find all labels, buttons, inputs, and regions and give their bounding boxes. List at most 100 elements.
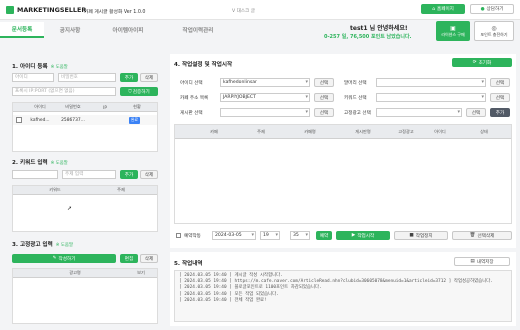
board-select-label: 게시판 선택 bbox=[180, 111, 203, 116]
tab-notice[interactable]: 공지사항 bbox=[44, 22, 96, 38]
shield-icon: ⛉ bbox=[128, 89, 132, 95]
schedule-checkbox[interactable] bbox=[176, 233, 181, 238]
cafe-list-label: 카페 주소 목록 bbox=[180, 96, 209, 101]
row-status-badge: 완료 bbox=[129, 116, 140, 124]
consult-button[interactable]: ● 상담하기 bbox=[470, 4, 514, 14]
notice-label[interactable]: V 대스크 글 bbox=[232, 8, 255, 14]
tab-history[interactable]: 작업이력관리 bbox=[160, 22, 236, 38]
keyword-select[interactable] bbox=[376, 93, 486, 102]
user-points: 0-257 일, 76,500 포인트 남았습니다. bbox=[324, 34, 412, 40]
ad-header-view: 보기 bbox=[137, 270, 145, 275]
stop-job-button[interactable]: ■ 작업정지 bbox=[394, 231, 448, 240]
job-header-id: 아이디 bbox=[434, 128, 446, 134]
hour-select[interactable]: 19 bbox=[260, 231, 280, 240]
job-header-status: 상태 bbox=[480, 128, 488, 134]
date-picker[interactable]: 2024-03-05 bbox=[212, 231, 256, 240]
save-history-button[interactable]: ▤ 내역저장 bbox=[454, 257, 510, 266]
start-job-button[interactable]: ▶ 작업시작 bbox=[336, 231, 390, 240]
job-header-topic: 주제 bbox=[257, 128, 265, 134]
section5-title: 5. 작업내역 bbox=[174, 261, 203, 267]
minute-select[interactable]: 35 bbox=[290, 231, 310, 240]
user-greeting: test1 님 안녕하세요! bbox=[350, 25, 408, 32]
coin-icon: ◎ bbox=[491, 24, 497, 32]
tab-item-ip[interactable]: 아이템아이피 bbox=[96, 22, 160, 38]
stop-icon: ■ bbox=[409, 233, 414, 238]
ad-header-name: 광고명 bbox=[69, 270, 81, 275]
id-table-header: 아이디 비밀번호 IP 현황 bbox=[13, 103, 157, 112]
id-header-status: 현황 bbox=[133, 104, 141, 109]
board-choose-button[interactable]: 선택 bbox=[314, 108, 334, 117]
proxy-input[interactable] bbox=[12, 87, 116, 96]
log-box: [ 2024.03.05 19:40 ] 게시글 작성 시작합니다. [ 202… bbox=[174, 270, 512, 322]
job-table-header: 카페 주제 카페명 게시판명 고정광고 아이디 상태 bbox=[175, 125, 511, 139]
reset-button[interactable]: ⟳ 초기화 bbox=[452, 58, 512, 67]
job-header-board: 게시판명 bbox=[355, 128, 371, 134]
keyword-table: 키워드 주제 ➚ bbox=[12, 185, 158, 232]
topic-input[interactable] bbox=[62, 170, 116, 179]
kw-header-keyword: 키워드 bbox=[49, 187, 61, 192]
app-title: 카페 게시글 활성화 Ver 1.0.0 bbox=[84, 10, 146, 15]
fixed-ad-select-label: 고정광고 선택 bbox=[344, 111, 371, 116]
reserve-button[interactable]: 예약 bbox=[316, 231, 332, 240]
pencil-icon: ✎ bbox=[52, 256, 57, 261]
keyword-input[interactable] bbox=[12, 170, 58, 179]
keyword-delete-button[interactable]: 삭제 bbox=[140, 170, 158, 179]
row-password: 2586737... bbox=[61, 117, 85, 123]
id-choose-button[interactable]: 선택 bbox=[314, 78, 334, 87]
home-icon: ⌂ bbox=[432, 6, 435, 12]
id-input[interactable] bbox=[12, 73, 54, 82]
fixed-ad-choose-button[interactable]: 선택 bbox=[466, 108, 486, 117]
table-row[interactable]: kafhed... 2586737... 완료 bbox=[13, 115, 157, 125]
ad-edit-button[interactable]: 편집 bbox=[120, 254, 138, 263]
ad-table-header: 광고명 보기 bbox=[13, 269, 157, 278]
board-select[interactable] bbox=[220, 108, 310, 117]
license-icon: ▣ bbox=[450, 24, 456, 32]
category-choose-button[interactable]: 선택 bbox=[490, 78, 510, 87]
fixed-ad-select[interactable] bbox=[376, 108, 462, 117]
kw-header-topic: 주제 bbox=[117, 187, 125, 192]
keyword-choose-button[interactable]: 선택 bbox=[490, 93, 510, 102]
logo: MARKETINGSELLER bbox=[6, 6, 86, 14]
job-header-cafe: 카페 bbox=[210, 128, 218, 134]
row-id: kafhed... bbox=[30, 117, 50, 123]
keyword-table-header: 키워드 주제 bbox=[13, 186, 157, 195]
section2-title: 2. 키워드 입력 ※ 도움말 bbox=[12, 160, 68, 166]
log-line: [ 2024.03.05 19:40 ] 전체 작업 완료! bbox=[179, 297, 267, 303]
ad-write-button[interactable]: ✎ 작성하기 bbox=[12, 254, 116, 263]
tab-documents[interactable]: 문서등록 bbox=[0, 22, 44, 38]
ad-table: 광고명 보기 bbox=[12, 268, 158, 324]
schedule-label: 예약작동 bbox=[184, 234, 201, 239]
id-delete-button[interactable]: 삭제 bbox=[140, 73, 158, 82]
ad-delete-button[interactable]: 삭제 bbox=[140, 254, 158, 263]
keyword-add-button[interactable]: 추가 bbox=[120, 170, 138, 179]
category-select-label: 말머리 선택 bbox=[344, 81, 367, 86]
license-button[interactable]: ▣ 라이센스 구매 bbox=[436, 21, 470, 41]
document-icon: ▤ bbox=[470, 259, 475, 264]
section1-title: 1. 아이디 등록 ※ 도움말 bbox=[12, 64, 68, 70]
verify-button[interactable]: ⛉ 검증하기 bbox=[120, 87, 158, 96]
cafe-select[interactable]: JARPIYJOBJECT bbox=[220, 93, 310, 102]
chat-icon: ● bbox=[480, 6, 485, 12]
id-add-button[interactable]: 추가 bbox=[120, 73, 138, 82]
row-checkbox[interactable] bbox=[16, 117, 22, 123]
add-job-button[interactable]: 추가 bbox=[490, 108, 510, 117]
logo-icon bbox=[6, 6, 14, 14]
play-icon: ▶ bbox=[351, 233, 356, 238]
id-header-ip: IP bbox=[103, 104, 107, 110]
category-select[interactable] bbox=[376, 78, 486, 87]
job-header-fixed-ad: 고정광고 bbox=[398, 128, 414, 134]
password-input[interactable] bbox=[58, 73, 116, 82]
job-table: 카페 주제 카페명 게시판명 고정광고 아이디 상태 bbox=[174, 124, 512, 224]
id-select-label: 아이디 선택 bbox=[180, 81, 203, 86]
id-table: 아이디 비밀번호 IP 현황 kafhed... 2586737... 완료 bbox=[12, 102, 158, 152]
cafe-choose-button[interactable]: 선택 bbox=[314, 93, 334, 102]
section4-title: 4. 작업설정 및 작업시작 bbox=[174, 62, 233, 68]
homepage-button[interactable]: ⌂ 홈페이지 bbox=[421, 4, 465, 14]
id-header-id: 아이디 bbox=[34, 104, 46, 109]
section3-title: 3. 고정광고 입력 ※ 도움말 bbox=[12, 242, 73, 248]
delete-selected-button[interactable]: 🗑 선택삭제 bbox=[452, 231, 512, 240]
cursor-icon: ➚ bbox=[67, 205, 73, 212]
job-header-cafe-name: 카페명 bbox=[304, 128, 316, 134]
id-select[interactable]: kafhedonlinsar bbox=[220, 78, 310, 87]
point-charge-button[interactable]: ◎ 포인트 충전하기 bbox=[474, 21, 514, 41]
